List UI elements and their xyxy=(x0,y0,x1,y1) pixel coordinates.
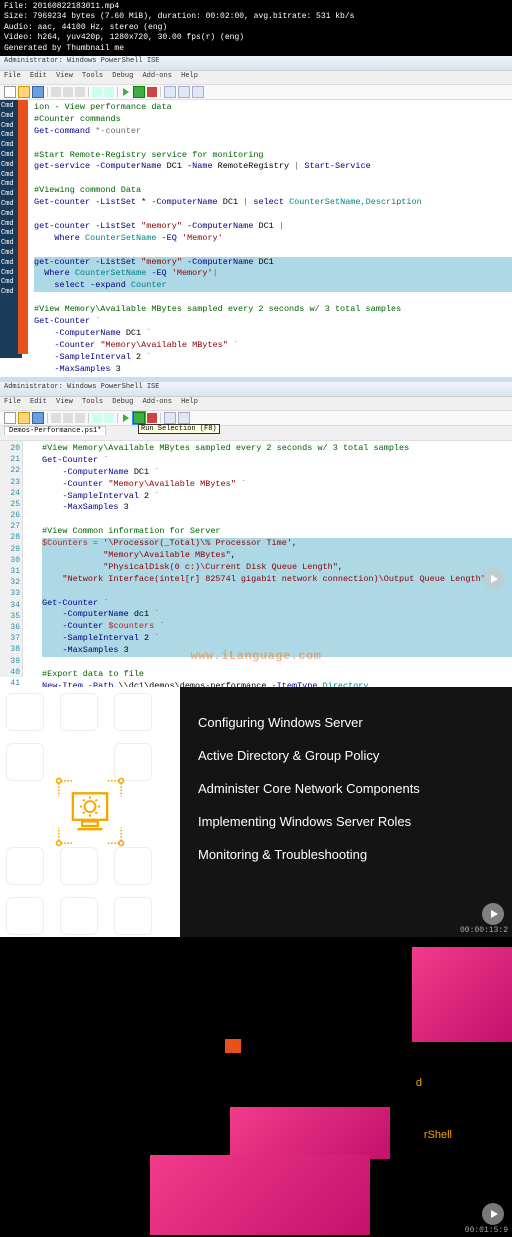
rect-pink-1 xyxy=(412,947,512,1042)
meta-video: Video: h264, yuv420p, 1280x720, 30.00 fp… xyxy=(4,33,508,43)
meta-file: File: 20160822183011.mp4 xyxy=(4,2,508,12)
tab-strip[interactable]: Demos-Performance.ps1* xyxy=(0,426,512,441)
menu-help[interactable]: Help xyxy=(181,72,198,80)
copy-icon[interactable] xyxy=(63,87,73,97)
menu-edit[interactable]: Edit xyxy=(30,72,47,80)
menu-view[interactable]: View xyxy=(56,398,73,406)
topic-item: Monitoring & Troubleshooting xyxy=(198,847,494,862)
code-area[interactable]: ion - View performance data#Counter comm… xyxy=(0,100,512,377)
cut-icon[interactable] xyxy=(51,413,61,423)
monitor-gear-icon xyxy=(51,773,129,851)
powershell-ise-window-2: Administrator: Windows PowerShell ISE Fi… xyxy=(0,382,512,687)
meta-audio: Audio: aac, 44100 Hz, stereo (eng) xyxy=(4,23,508,33)
powershell-ise-window-1: Administrator: Windows PowerShell ISE Fi… xyxy=(0,56,512,382)
slide-graphic-panel xyxy=(0,687,180,937)
new-icon[interactable] xyxy=(4,412,16,424)
script-pane[interactable]: 2021222324252627282930313233343536373839… xyxy=(0,441,512,673)
toolbar: Run Selection (F8) xyxy=(0,411,512,426)
rect-orange-small xyxy=(225,1039,241,1053)
titlebar[interactable]: Administrator: Windows PowerShell ISE xyxy=(0,56,512,71)
menu-addons[interactable]: Add-ons xyxy=(142,398,171,406)
toolbar xyxy=(0,85,512,100)
script-pane[interactable]: CmdCmdCmd CmdCmdCmd CmdCmdCmd CmdCmdCmd … xyxy=(0,100,512,354)
topic-item: Active Directory & Group Policy xyxy=(198,748,494,763)
run-selection-icon[interactable] xyxy=(133,412,145,424)
menu-file[interactable]: File xyxy=(4,398,21,406)
open-icon[interactable] xyxy=(18,412,30,424)
watermark: www.iLanguage.com xyxy=(191,648,322,665)
menu-help[interactable]: Help xyxy=(181,398,198,406)
run-selection-icon[interactable] xyxy=(133,86,145,98)
topic-item: Implementing Windows Server Roles xyxy=(198,814,494,829)
stop-icon[interactable] xyxy=(147,87,157,97)
timestamp: 00:00:13:2 xyxy=(460,926,508,935)
menu-tools[interactable]: Tools xyxy=(82,72,103,80)
play-overlay-icon[interactable] xyxy=(482,1203,504,1225)
timestamp: 00:01:5:9 xyxy=(465,1226,508,1235)
paste-icon[interactable] xyxy=(75,87,85,97)
play-overlay-icon[interactable] xyxy=(482,903,504,925)
breakpoint-strip xyxy=(18,100,28,354)
topic-item: Administer Core Network Components xyxy=(198,781,494,796)
label-fragment-1: d xyxy=(416,1077,422,1089)
menu-edit[interactable]: Edit xyxy=(30,398,47,406)
layout-icon[interactable] xyxy=(164,86,176,98)
run-icon[interactable] xyxy=(121,413,131,423)
label-fragment-2: rShell xyxy=(424,1129,452,1141)
menu-tools[interactable]: Tools xyxy=(82,398,103,406)
menubar[interactable]: File Edit View Tools Debug Add-ons Help xyxy=(0,71,512,85)
save-icon[interactable] xyxy=(32,86,44,98)
layout3-icon[interactable] xyxy=(192,86,204,98)
copy-icon[interactable] xyxy=(63,413,73,423)
menubar[interactable]: File Edit View Tools Debug Add-ons Help xyxy=(0,397,512,411)
gutter: 2021222324252627282930313233343536373839… xyxy=(0,441,23,677)
meta-size: Size: 7969234 bytes (7.60 MiB), duration… xyxy=(4,12,508,22)
cut-icon[interactable] xyxy=(51,87,61,97)
new-icon[interactable] xyxy=(4,86,16,98)
menu-debug[interactable]: Debug xyxy=(112,72,133,80)
meta-gen: Generated by Thumbnail me xyxy=(4,44,508,54)
layout-icon[interactable] xyxy=(164,412,176,424)
menu-debug[interactable]: Debug xyxy=(112,398,133,406)
layout2-icon[interactable] xyxy=(178,86,190,98)
redo-icon[interactable] xyxy=(104,87,114,97)
menu-file[interactable]: File xyxy=(4,72,21,80)
stop-icon[interactable] xyxy=(147,413,157,423)
menu-view[interactable]: View xyxy=(56,72,73,80)
redo-icon[interactable] xyxy=(104,413,114,423)
save-icon[interactable] xyxy=(32,412,44,424)
menu-addons[interactable]: Add-ons xyxy=(142,72,171,80)
undo-icon[interactable] xyxy=(92,87,102,97)
open-icon[interactable] xyxy=(18,86,30,98)
course-topics-slide: Configuring Windows Server Active Direct… xyxy=(0,687,512,937)
rect-pink-2 xyxy=(230,1107,390,1159)
layout2-icon[interactable] xyxy=(178,412,190,424)
tooltip: Run Selection (F8) xyxy=(138,424,220,434)
tab-active[interactable]: Demos-Performance.ps1* xyxy=(4,426,106,435)
video-metadata: File: 20160822183011.mp4 Size: 7969234 b… xyxy=(0,0,512,56)
paste-icon[interactable] xyxy=(75,413,85,423)
play-overlay-icon[interactable] xyxy=(482,568,504,590)
undo-icon[interactable] xyxy=(92,413,102,423)
rect-pink-3 xyxy=(150,1155,370,1235)
run-icon[interactable] xyxy=(121,87,131,97)
topic-item: Configuring Windows Server xyxy=(198,715,494,730)
titlebar[interactable]: Administrator: Windows PowerShell ISE xyxy=(0,382,512,397)
